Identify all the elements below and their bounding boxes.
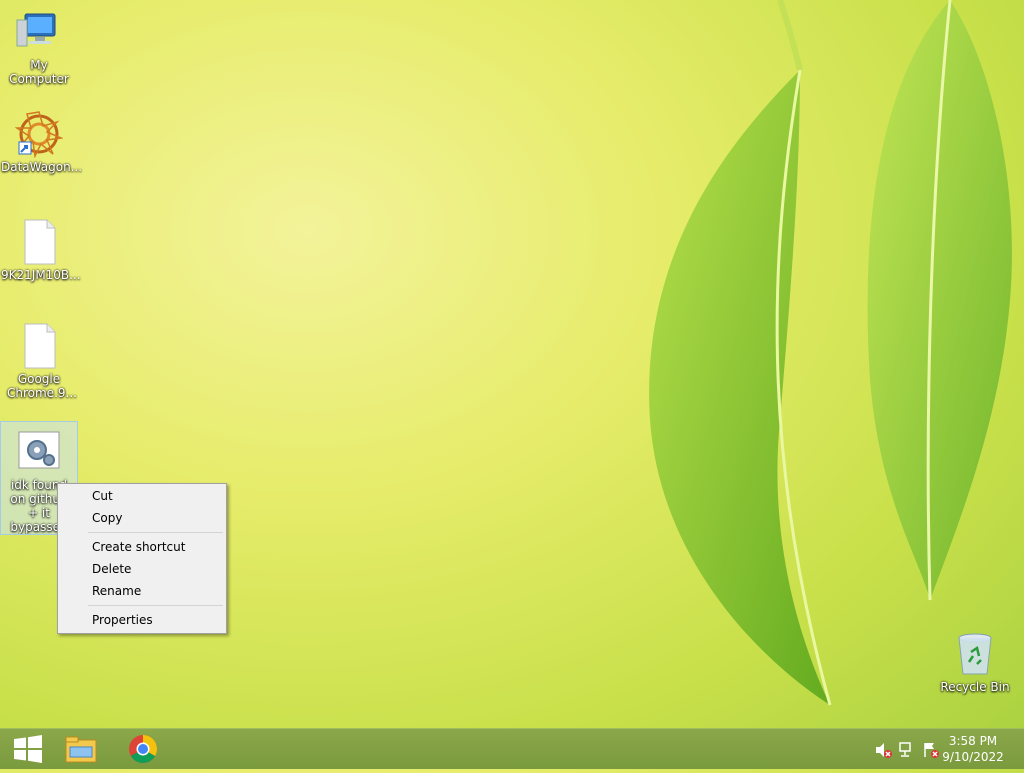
desktop-icon-label: 9K21JM10B... — [1, 268, 81, 282]
clock-time: 3:58 PM — [948, 734, 998, 748]
desktop-icon-label: Google Chrome.9... — [7, 372, 77, 400]
blank-file-icon — [24, 219, 56, 265]
volume-muted-icon[interactable] — [874, 741, 892, 759]
taskbar: 3:58 PM 9/10/2022 — [0, 728, 1024, 769]
menu-item-cut[interactable]: Cut — [58, 485, 226, 507]
menu-item-rename[interactable]: Rename — [58, 580, 226, 602]
clock-date: 9/10/2022 — [942, 750, 1004, 764]
start-button[interactable] — [0, 729, 56, 769]
taskbar-file-explorer[interactable] — [56, 729, 106, 769]
menu-item-delete[interactable]: Delete — [58, 558, 226, 580]
menu-item-copy[interactable]: Copy — [58, 507, 226, 529]
desktop-icon-label: DataWagon... — [1, 160, 83, 174]
menu-separator — [88, 605, 223, 606]
network-icon[interactable] — [898, 741, 916, 759]
menu-item-properties[interactable]: Properties — [58, 609, 226, 631]
desktop-icon-recycle-bin[interactable]: Recycle Bin — [937, 630, 1013, 694]
taskbar-chrome[interactable] — [118, 729, 168, 769]
desktop-icon-datawagon[interactable]: DataWagon... — [1, 110, 83, 174]
taskbar-clock[interactable]: 3:58 PM 9/10/2022 — [938, 733, 1008, 765]
context-menu: Cut Copy Create shortcut Delete Rename P… — [57, 483, 227, 634]
menu-separator — [88, 532, 223, 533]
windows-logo-icon — [14, 735, 42, 763]
desktop-icon-my-computer[interactable]: My Computer — [1, 8, 77, 86]
blank-file-icon — [24, 323, 56, 369]
system-tray — [868, 729, 948, 769]
recycle-bin-icon — [958, 633, 992, 675]
desktop-icon-label: Recycle Bin — [940, 680, 1010, 694]
menu-item-create-shortcut[interactable]: Create shortcut — [58, 536, 226, 558]
datawagon-icon — [15, 111, 63, 158]
computer-icon — [16, 13, 56, 47]
desktop-icon-google-chrome-file[interactable]: Google Chrome.9... — [1, 322, 77, 400]
file-explorer-icon — [65, 736, 97, 763]
desktop-icon-file-9k21[interactable]: 9K21JM10B... — [1, 218, 81, 282]
chrome-icon — [129, 735, 157, 763]
settings-file-icon — [18, 431, 60, 469]
desktop-icon-label: My Computer — [9, 58, 69, 86]
